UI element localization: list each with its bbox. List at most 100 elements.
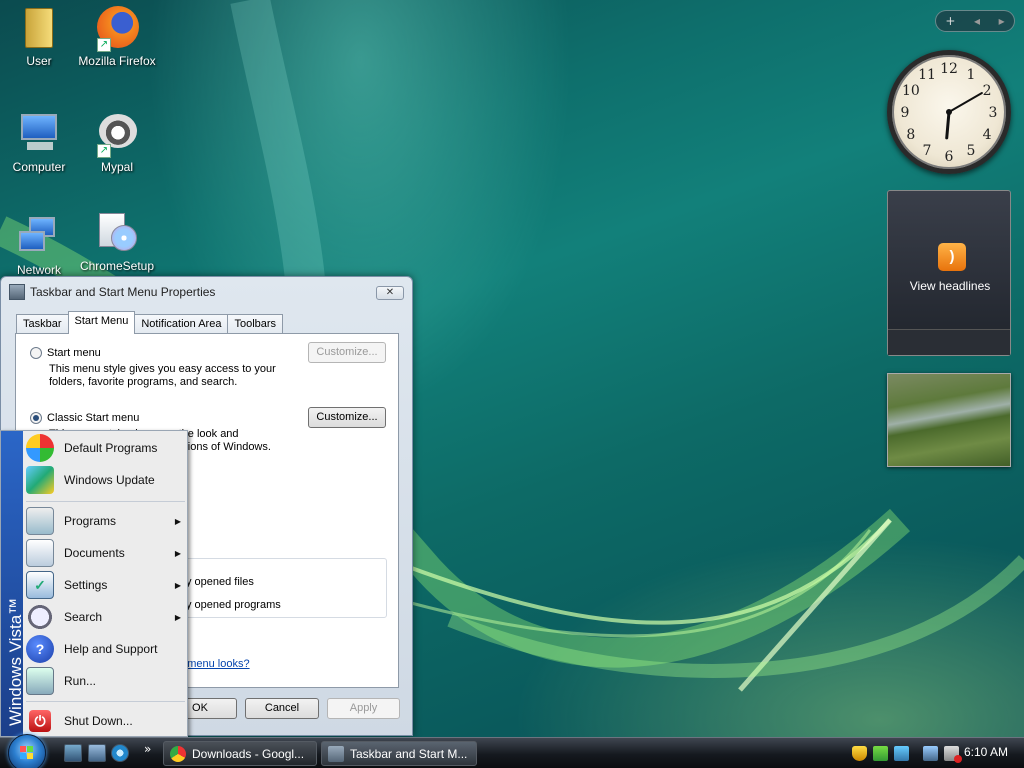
network-icon bbox=[17, 215, 61, 259]
taskbar-button-downloads[interactable]: Downloads - Googl... bbox=[163, 741, 317, 766]
programs-icon bbox=[26, 507, 54, 535]
clock-center-pin bbox=[946, 109, 952, 115]
default-programs-icon bbox=[26, 434, 54, 462]
clock-number: 9 bbox=[901, 105, 910, 121]
classic-start-menu-radio[interactable]: Classic Start menu bbox=[30, 412, 139, 424]
menu-separator bbox=[26, 501, 185, 502]
classic-start-menu: Windows Vista™ Default Programs Windows … bbox=[0, 430, 188, 737]
tab-start-menu[interactable]: Start Menu bbox=[67, 311, 136, 334]
sidebar-prev-button[interactable]: ◂ bbox=[974, 14, 980, 28]
desktop-icon-firefox[interactable]: ↗ Mozilla Firefox bbox=[78, 4, 156, 69]
quick-launch-overflow[interactable]: » bbox=[144, 742, 151, 756]
feed-headlines-gadget[interactable]: ) View headlines bbox=[887, 190, 1011, 356]
menu-item-label: Programs bbox=[64, 514, 117, 528]
clock-number: 1 bbox=[967, 67, 976, 83]
taskbar-button-label: Taskbar and Start M... bbox=[350, 746, 468, 761]
clock-number: 8 bbox=[906, 127, 915, 143]
desktop-icon-label: Computer bbox=[12, 160, 66, 174]
taskbar: » Downloads - Googl... Taskbar and Start… bbox=[0, 734, 1024, 768]
clock-hour-hand bbox=[945, 110, 951, 140]
menu-item-run[interactable]: Run... bbox=[24, 666, 187, 696]
menu-item-label: Documents bbox=[64, 546, 125, 560]
customize-classic-button[interactable]: Customize... bbox=[308, 407, 386, 428]
clock-gadget[interactable]: 12 1 2 3 4 5 6 7 8 9 10 11 bbox=[887, 50, 1011, 174]
dialog-titlebar[interactable]: Taskbar and Start Menu Properties bbox=[1, 277, 412, 307]
shortcut-arrow-icon: ↗ bbox=[97, 144, 111, 158]
shortcut-arrow-icon: ↗ bbox=[97, 38, 111, 52]
desktop-icon-network[interactable]: Network bbox=[0, 213, 78, 278]
dialog-tabs: Taskbar Start Menu Notification Area Too… bbox=[16, 311, 284, 334]
internet-explorer-icon[interactable] bbox=[111, 744, 129, 762]
search-icon bbox=[26, 603, 54, 631]
radio-button[interactable] bbox=[30, 347, 42, 359]
menu-item-programs[interactable]: Programs ▶ bbox=[24, 506, 187, 536]
clock-number: 5 bbox=[967, 143, 976, 159]
taskbar-button-label: Downloads - Googl... bbox=[192, 746, 305, 761]
mypal-icon: ↗ bbox=[95, 112, 139, 158]
clock-number: 12 bbox=[940, 61, 958, 77]
update-icon[interactable] bbox=[894, 746, 909, 761]
menu-separator bbox=[26, 701, 185, 702]
tab-notification-area[interactable]: Notification Area bbox=[134, 314, 229, 334]
menu-item-help[interactable]: ? Help and Support bbox=[24, 634, 187, 664]
start-menu-description: This menu style gives you easy access to… bbox=[49, 363, 276, 389]
switch-windows-icon[interactable] bbox=[88, 744, 106, 762]
radio-button-selected[interactable] bbox=[30, 412, 42, 424]
desktop-icon-chromesetup[interactable]: ChromeSetup bbox=[78, 209, 156, 274]
properties-icon bbox=[9, 284, 25, 300]
clock-number: 3 bbox=[989, 105, 998, 121]
feed-toolbar bbox=[888, 329, 1010, 355]
close-button[interactable]: ✕ bbox=[376, 286, 404, 300]
apply-button[interactable]: Apply bbox=[327, 698, 400, 719]
taskbar-clock[interactable]: 6:10 AM bbox=[964, 745, 1008, 759]
tab-taskbar[interactable]: Taskbar bbox=[16, 314, 69, 334]
windows-logo-icon bbox=[20, 746, 33, 759]
desktop-icon-label: ChromeSetup bbox=[79, 259, 155, 273]
rss-icon: ) bbox=[938, 243, 966, 271]
start-menu-radio-label: Start menu bbox=[47, 347, 101, 359]
sidebar-controls: + ◂ ▸ bbox=[935, 10, 1015, 32]
desktop-icon-mypal[interactable]: ↗ Mypal bbox=[78, 110, 156, 175]
chevron-right-icon: ▶ bbox=[174, 612, 181, 622]
taskbar-button-properties[interactable]: Taskbar and Start M... bbox=[321, 741, 477, 766]
desktop-icon-user[interactable]: User bbox=[0, 4, 78, 69]
customize-start-menu-button[interactable]: Customize... bbox=[308, 342, 386, 363]
start-menu-radio[interactable]: Start menu bbox=[30, 347, 101, 359]
add-gadget-button[interactable]: + bbox=[945, 14, 955, 28]
menu-item-search[interactable]: Search ▶ bbox=[24, 602, 187, 632]
windows-update-icon bbox=[26, 466, 54, 494]
clock-minute-hand bbox=[948, 92, 983, 113]
show-desktop-icon[interactable] bbox=[64, 744, 82, 762]
cancel-button[interactable]: Cancel bbox=[245, 698, 319, 719]
properties-icon bbox=[328, 745, 344, 762]
desktop-icon-label: Mypal bbox=[100, 160, 133, 174]
clock-number: 2 bbox=[983, 83, 992, 99]
dialog-title: Taskbar and Start Menu Properties bbox=[30, 285, 216, 299]
clock-number: 6 bbox=[945, 149, 954, 165]
folder-icon bbox=[17, 6, 61, 50]
menu-item-settings[interactable]: ✓ Settings ▶ bbox=[24, 570, 187, 600]
clock-number: 4 bbox=[983, 127, 992, 143]
sidebar-next-button[interactable]: ▸ bbox=[999, 14, 1005, 28]
desktop-icon-computer[interactable]: Computer bbox=[0, 110, 78, 175]
documents-icon bbox=[26, 539, 54, 567]
menu-item-shut-down[interactable]: ⏻ Shut Down... bbox=[24, 706, 187, 736]
menu-item-label: Default Programs bbox=[64, 441, 158, 455]
network-tray-icon[interactable] bbox=[873, 746, 888, 761]
slideshow-gadget[interactable] bbox=[887, 373, 1011, 467]
run-icon bbox=[26, 667, 54, 695]
menu-item-default-programs[interactable]: Default Programs bbox=[24, 433, 187, 463]
shutdown-icon: ⏻ bbox=[29, 710, 51, 732]
display-icon[interactable] bbox=[923, 746, 938, 761]
menu-item-label: Windows Update bbox=[64, 473, 155, 487]
start-button[interactable] bbox=[8, 734, 46, 768]
chevron-right-icon: ▶ bbox=[174, 580, 181, 590]
description-line: folders, favorite programs, and search. bbox=[49, 376, 238, 388]
menu-item-label: Run... bbox=[64, 674, 97, 688]
menu-item-windows-update[interactable]: Windows Update bbox=[24, 465, 187, 495]
volume-muted-icon[interactable] bbox=[944, 746, 962, 763]
feed-headlines-text: View headlines bbox=[909, 279, 991, 293]
tab-toolbars[interactable]: Toolbars bbox=[227, 314, 284, 334]
shield-icon[interactable] bbox=[852, 746, 867, 761]
menu-item-documents[interactable]: Documents ▶ bbox=[24, 538, 187, 568]
